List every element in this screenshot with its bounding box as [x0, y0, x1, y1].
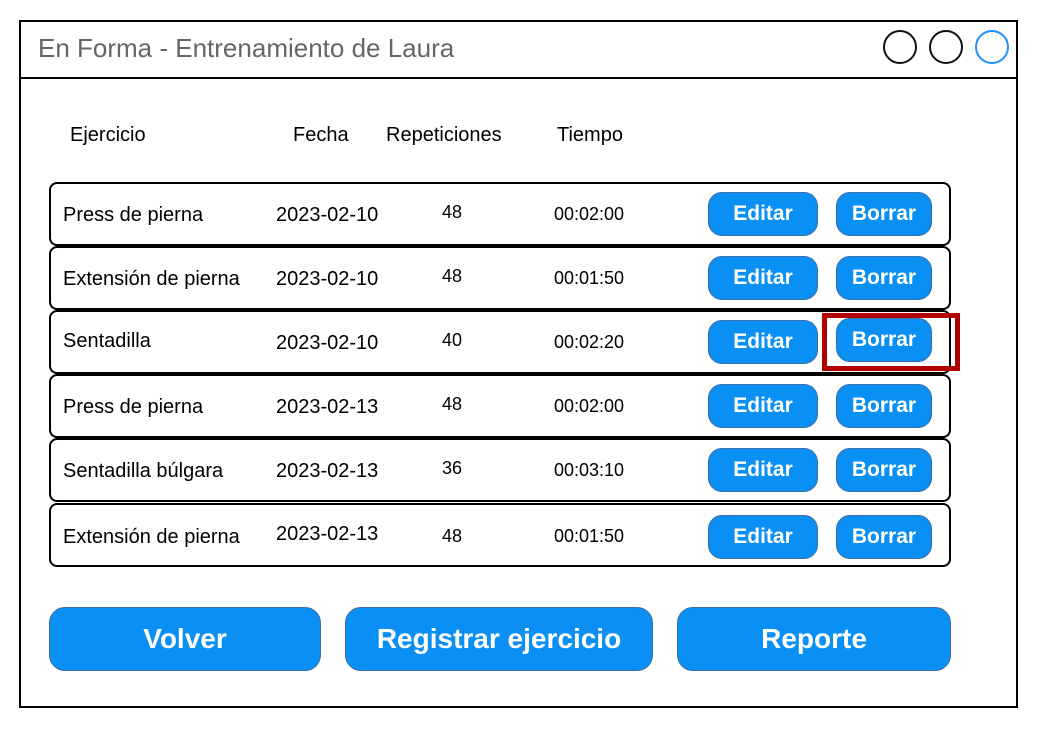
exercise-reps: 48: [442, 394, 463, 414]
column-header-ejercicio: Ejercicio: [70, 124, 146, 146]
table-row: Sentadilla 2023-02-10 40 00:02:20 Editar…: [49, 310, 951, 374]
exercise-date: 2023-02-10: [276, 204, 379, 226]
exercise-name: Sentadilla: [63, 330, 151, 352]
report-button[interactable]: Reporte: [677, 607, 951, 671]
exercise-reps: 36: [442, 458, 463, 478]
exercise-time: 00:02:00: [554, 396, 625, 416]
exercise-name: Extensión de pierna: [63, 268, 240, 290]
exercise-date: 2023-02-13: [276, 460, 379, 482]
column-header-fecha: Fecha: [293, 124, 349, 146]
exercise-date: 2023-02-10: [276, 268, 379, 290]
exercise-date: 2023-02-13: [276, 523, 379, 545]
exercise-time: 00:02:20: [554, 332, 625, 352]
table-row: Extensión de pierna 2023-02-10 48 00:01:…: [49, 246, 951, 310]
exercise-name: Sentadilla búlgara: [63, 460, 224, 482]
column-header-tiempo: Tiempo: [557, 124, 623, 146]
exercise-time: 00:01:50: [554, 526, 625, 546]
delete-button[interactable]: Borrar: [836, 515, 932, 559]
exercise-name: Press de pierna: [63, 204, 204, 226]
delete-button[interactable]: Borrar: [836, 256, 932, 300]
title-bar: En Forma - Entrenamiento de Laura: [21, 22, 1016, 79]
edit-button[interactable]: Editar: [708, 448, 818, 492]
exercise-reps: 48: [442, 266, 463, 286]
exercise-time: 00:01:50: [554, 268, 625, 288]
edit-button[interactable]: Editar: [708, 515, 818, 559]
delete-button[interactable]: Borrar: [836, 384, 932, 428]
exercise-name: Press de pierna: [63, 396, 204, 418]
minimize-icon[interactable]: [883, 30, 917, 64]
exercise-name: Extensión de pierna: [63, 526, 240, 548]
exercise-time: 00:02:00: [554, 204, 625, 224]
table-row: Press de pierna 2023-02-13 48 00:02:00 E…: [49, 374, 951, 438]
delete-button[interactable]: Borrar: [836, 318, 932, 362]
back-button[interactable]: Volver: [49, 607, 321, 671]
exercise-reps: 40: [442, 330, 463, 350]
delete-button[interactable]: Borrar: [836, 448, 932, 492]
edit-button[interactable]: Editar: [708, 320, 818, 364]
table-row: Extensión de pierna 2023-02-13 48 00:01:…: [49, 503, 951, 567]
table-row: Press de pierna 2023-02-10 48 00:02:00 E…: [49, 182, 951, 246]
window-title: En Forma - Entrenamiento de Laura: [38, 33, 455, 63]
exercise-time: 00:03:10: [554, 460, 625, 480]
column-header-repeticiones: Repeticiones: [386, 124, 502, 146]
table-row: Sentadilla búlgara 2023-02-13 36 00:03:1…: [49, 438, 951, 502]
delete-button[interactable]: Borrar: [836, 192, 932, 236]
exercise-date: 2023-02-10: [276, 332, 379, 354]
close-icon[interactable]: [975, 30, 1009, 64]
register-exercise-button[interactable]: Registrar ejercicio: [345, 607, 653, 671]
exercise-reps: 48: [442, 202, 463, 222]
edit-button[interactable]: Editar: [708, 384, 818, 428]
exercise-date: 2023-02-13: [276, 396, 379, 418]
maximize-icon[interactable]: [929, 30, 963, 64]
exercise-reps: 48: [442, 526, 463, 546]
edit-button[interactable]: Editar: [708, 256, 818, 300]
edit-button[interactable]: Editar: [708, 192, 818, 236]
